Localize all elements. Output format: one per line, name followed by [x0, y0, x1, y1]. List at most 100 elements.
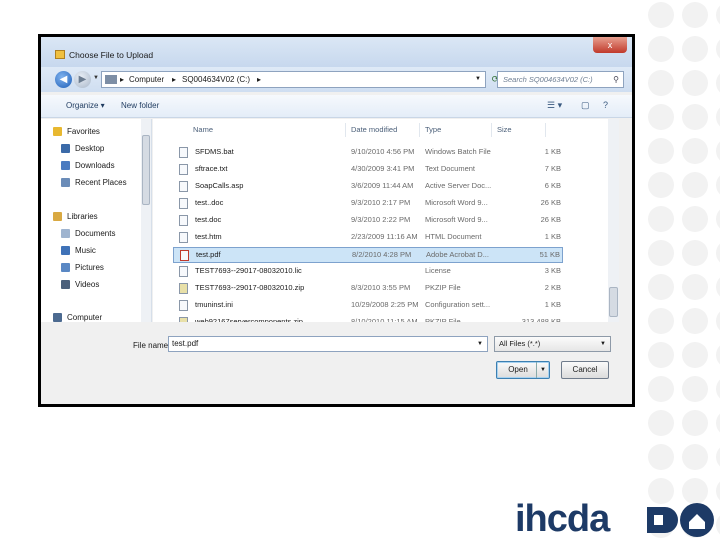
- file-row[interactable]: SoapCalls.asp 3/6/2009 11:44 AM Active Ser…: [173, 179, 563, 195]
- column-header-name[interactable]: Name: [193, 125, 213, 134]
- file-row[interactable]: TEST7693--29017-08032010.lic License 3 KB: [173, 264, 563, 280]
- column-separator[interactable]: [419, 123, 420, 137]
- file-row[interactable]: sftrace.txt 4/30/2009 3:41 PM Text Documen…: [173, 162, 563, 178]
- decorative-circle: [716, 138, 720, 164]
- nav-item-documents[interactable]: Documents: [61, 229, 115, 239]
- open-button[interactable]: Open ▼: [496, 361, 550, 379]
- open-split-dropdown-icon[interactable]: ▼: [536, 362, 549, 378]
- decorative-circle: [682, 274, 708, 300]
- file-name: tmuninst.ini: [195, 300, 233, 309]
- address-separator[interactable]: ▸: [257, 72, 261, 87]
- column-header-date[interactable]: Date modified: [351, 125, 397, 134]
- file-row[interactable]: tmuninst.ini 10/29/2008 2:25 PM Configurat…: [173, 298, 563, 314]
- column-separator[interactable]: [345, 123, 346, 137]
- file-type-filter[interactable]: All Files (*.*) ▼: [494, 336, 611, 352]
- address-separator[interactable]: ▸: [172, 72, 176, 87]
- column-header-size[interactable]: Size: [497, 125, 512, 134]
- file-upload-dialog: Choose File to Upload x ◀ ▶ ▼ ▸ Computer…: [41, 37, 632, 404]
- file-type: Microsoft Word 9...: [425, 198, 488, 207]
- file-size: 2 KB: [544, 283, 561, 292]
- decorative-circle: [648, 342, 674, 368]
- file-row[interactable]: web92167servercomponents.zip 8/10/2010 11…: [173, 315, 563, 322]
- file-type-dropdown-icon[interactable]: ▼: [600, 337, 606, 351]
- address-separator[interactable]: ▸: [120, 72, 124, 87]
- file-name: test.doc: [195, 215, 222, 224]
- file-size: 26 KB: [540, 198, 561, 207]
- decorative-circle: [682, 410, 708, 436]
- forward-button[interactable]: ▶: [74, 71, 91, 88]
- nav-item-pictures[interactable]: Pictures: [61, 263, 104, 273]
- file-icon: [179, 198, 188, 209]
- file-name: test..doc: [195, 198, 224, 207]
- file-name: TEST7693--29017-08032010.zip: [195, 283, 305, 292]
- file-icon: [179, 232, 188, 243]
- nav-item-music[interactable]: Music: [61, 246, 96, 256]
- column-separator[interactable]: [491, 123, 492, 137]
- new-folder-button[interactable]: New folder: [121, 101, 159, 110]
- nav-item-downloads[interactable]: Downloads: [61, 161, 115, 171]
- nav-item-label: Libraries: [67, 212, 98, 221]
- decorative-circle: [648, 36, 674, 62]
- nav-item-recent-places[interactable]: Recent Places: [61, 178, 127, 188]
- recent-locations-dropdown[interactable]: ▼: [93, 75, 99, 81]
- file-row[interactable]: SFDMS.bat 9/10/2010 4:56 PM Windows Batch …: [173, 145, 563, 161]
- nav-item-label: Downloads: [75, 161, 115, 170]
- file-icon: [179, 181, 188, 192]
- file-name: SFDMS.bat: [195, 147, 234, 156]
- libraries-icon: [53, 212, 62, 222]
- toolbar: Organize ▾ New folder ☰ ▾ ▢ ?: [41, 95, 632, 118]
- nav-item-desktop[interactable]: Desktop: [61, 144, 104, 154]
- nav-item-favorites[interactable]: Favorites: [53, 127, 100, 137]
- help-icon[interactable]: ?: [603, 100, 608, 110]
- file-name-dropdown-icon[interactable]: ▼: [477, 337, 483, 351]
- decorative-circle: [716, 2, 720, 28]
- file-icon: [179, 215, 188, 226]
- downloads-icon: [61, 161, 70, 171]
- file-list-scrollbar[interactable]: [608, 119, 619, 322]
- scroll-thumb[interactable]: [142, 135, 150, 205]
- decorative-circle: [682, 36, 708, 62]
- search-input[interactable]: Search SQ004634V02 (C:) ⚲: [497, 71, 624, 88]
- close-button[interactable]: x: [593, 37, 627, 53]
- nav-item-computer[interactable]: Computer: [53, 313, 102, 322]
- decorative-circle: [648, 206, 674, 232]
- decorative-circle: [682, 376, 708, 402]
- file-row[interactable]: TEST7693--29017-08032010.zip 8/3/2010 3:5…: [173, 281, 563, 297]
- decorative-circle: [648, 376, 674, 402]
- file-date: 10/29/2008 2:25 PM: [351, 300, 419, 309]
- organize-button[interactable]: Organize ▾: [66, 101, 105, 110]
- file-row[interactable]: test..doc 9/3/2010 2:17 PM Microsoft Word …: [173, 196, 563, 212]
- nav-item-videos[interactable]: Videos: [61, 280, 99, 290]
- file-size: 51 KB: [539, 250, 560, 259]
- decorative-circle: [682, 138, 708, 164]
- column-header-type[interactable]: Type: [425, 125, 441, 134]
- decorative-circle: [716, 376, 720, 402]
- file-row[interactable]: test.htm 2/23/2009 11:16 AM HTML Document 1…: [173, 230, 563, 246]
- address-dropdown-icon[interactable]: ▼: [475, 72, 481, 87]
- file-name-input[interactable]: test.pdf ▼: [168, 336, 488, 352]
- file-row[interactable]: test.pdf 8/2/2010 4:28 PM Adobe Acrobat D.…: [173, 247, 563, 263]
- file-name-value: test.pdf: [172, 339, 199, 348]
- file-icon: [179, 300, 188, 311]
- star-icon: [53, 127, 62, 137]
- preview-pane-icon[interactable]: ▢: [581, 100, 590, 111]
- logo-text: ihcda: [515, 498, 610, 540]
- nav-item-libraries[interactable]: Libraries: [53, 212, 98, 222]
- column-separator[interactable]: [545, 123, 546, 137]
- decorative-circle: [682, 444, 708, 470]
- file-type: Configuration sett...: [425, 300, 491, 309]
- cancel-button[interactable]: Cancel: [561, 361, 609, 379]
- decorative-circle: [716, 308, 720, 334]
- address-segment-drive[interactable]: SQ004634V02 (C:): [182, 72, 250, 87]
- search-icon[interactable]: ⚲: [613, 72, 619, 87]
- file-date: 9/3/2010 2:17 PM: [351, 198, 411, 207]
- nav-item-label: Favorites: [67, 127, 100, 136]
- address-bar[interactable]: ▸ Computer ▸ SQ004634V02 (C:) ▸ ▼: [101, 71, 486, 88]
- scroll-thumb[interactable]: [609, 287, 618, 317]
- back-button[interactable]: ◀: [55, 71, 72, 88]
- view-options-icon[interactable]: ☰ ▾: [547, 100, 562, 111]
- file-type: Active Server Doc...: [425, 181, 492, 190]
- navigation-scrollbar[interactable]: [141, 119, 151, 322]
- address-segment-computer[interactable]: Computer: [129, 72, 164, 87]
- file-row[interactable]: test.doc 9/3/2010 2:22 PM Microsoft Word 9…: [173, 213, 563, 229]
